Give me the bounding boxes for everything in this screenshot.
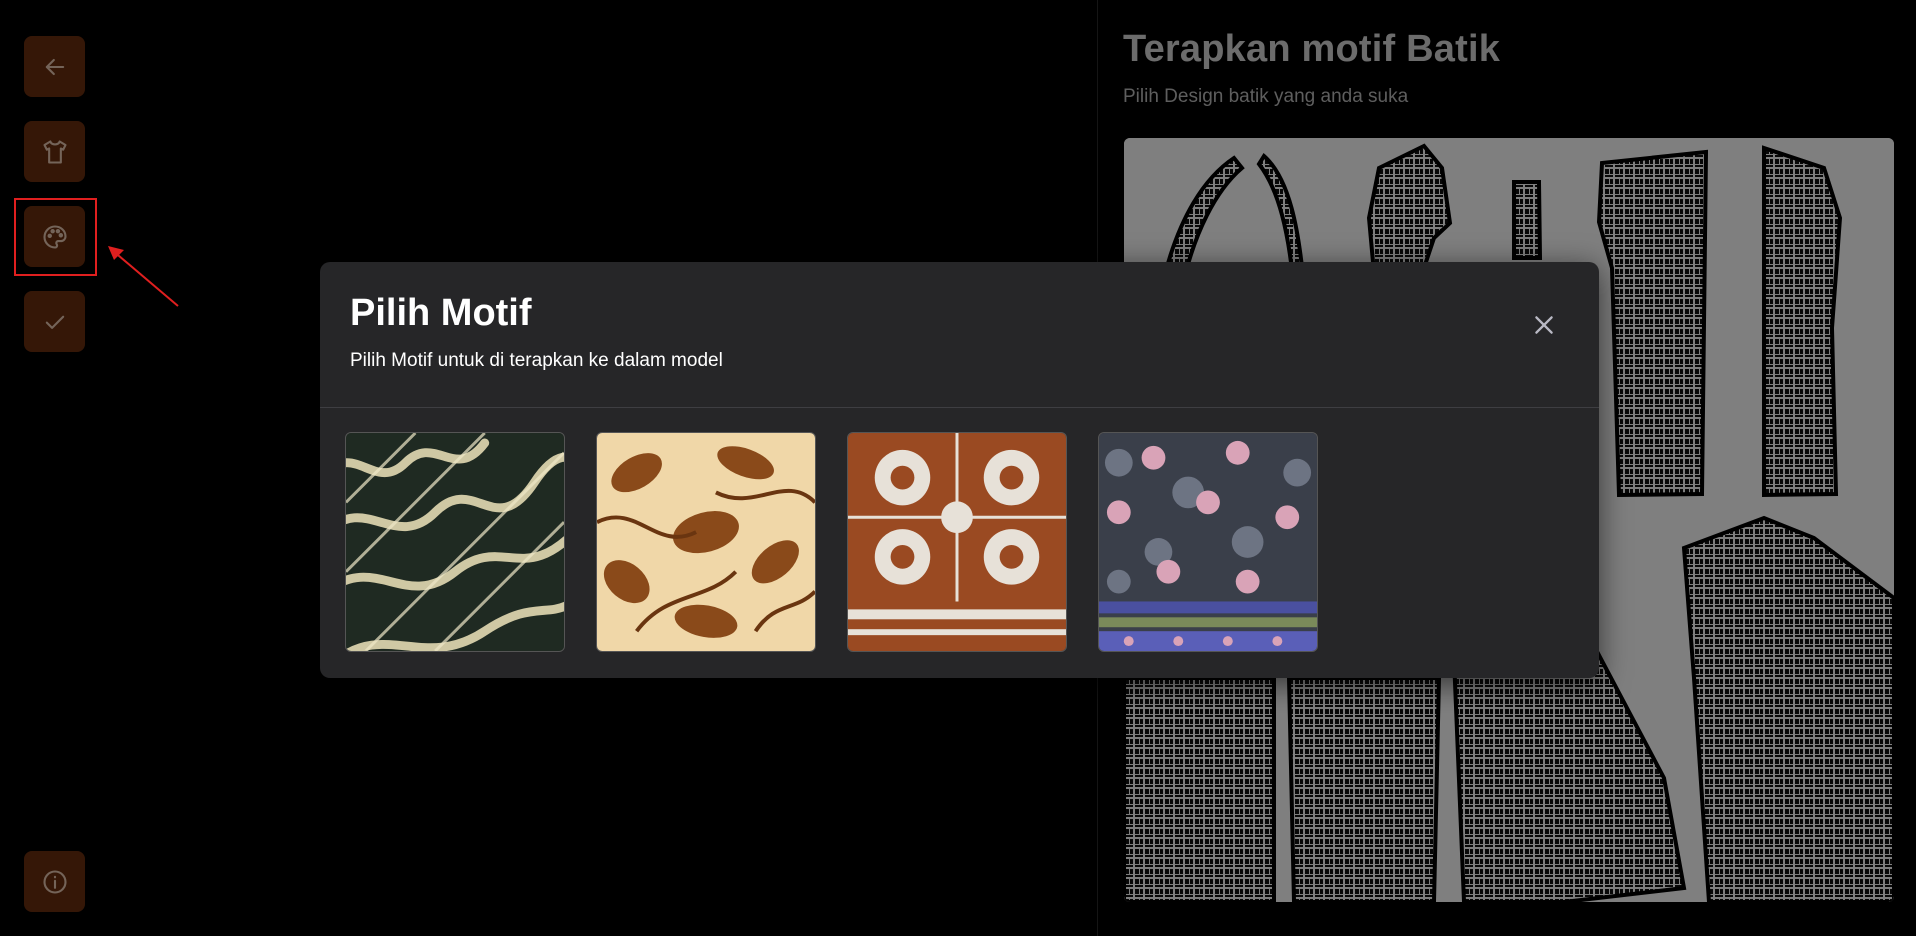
motif-palette-button[interactable] (24, 206, 85, 267)
dialog-title: Pilih Motif (350, 292, 532, 334)
ceplok-motif-image (848, 433, 1066, 651)
motif-tile-pink-floral[interactable] (1098, 432, 1318, 652)
annotation-arrow (108, 246, 179, 307)
sidebar (0, 0, 110, 936)
arrow-left-icon (45, 58, 64, 75)
motif-tile-parang[interactable] (345, 432, 565, 652)
check-icon (45, 315, 64, 329)
motif-tile-ceplok[interactable] (847, 432, 1067, 652)
panel-subtitle: Pilih Design batik yang anda suka (1123, 86, 1409, 107)
pink-floral-motif-image (1099, 433, 1317, 651)
motif-grid (345, 432, 1318, 652)
floral-sogan-motif-image (597, 433, 815, 651)
dialog-header: Pilih Motif Pilih Motif untuk di terapka… (320, 262, 1599, 408)
back-button[interactable] (24, 36, 85, 97)
parang-motif-image (346, 433, 564, 651)
app-root: Terapkan motif Batik Pilih Design batik … (0, 0, 1916, 936)
info-button[interactable] (24, 851, 85, 912)
dialog-subtitle: Pilih Motif untuk di terapkan ke dalam m… (350, 350, 723, 371)
close-icon (1535, 316, 1553, 334)
close-button[interactable] (1529, 310, 1559, 340)
garment-button[interactable] (24, 121, 85, 182)
info-icon (42, 869, 67, 894)
confirm-button[interactable] (24, 291, 85, 352)
palette-icon (43, 224, 67, 249)
select-motif-dialog: Pilih Motif Pilih Motif untuk di terapka… (320, 262, 1599, 678)
shirt-icon (42, 139, 67, 164)
motif-tile-floral-sogan[interactable] (596, 432, 816, 652)
panel-title: Terapkan motif Batik (1123, 28, 1501, 70)
